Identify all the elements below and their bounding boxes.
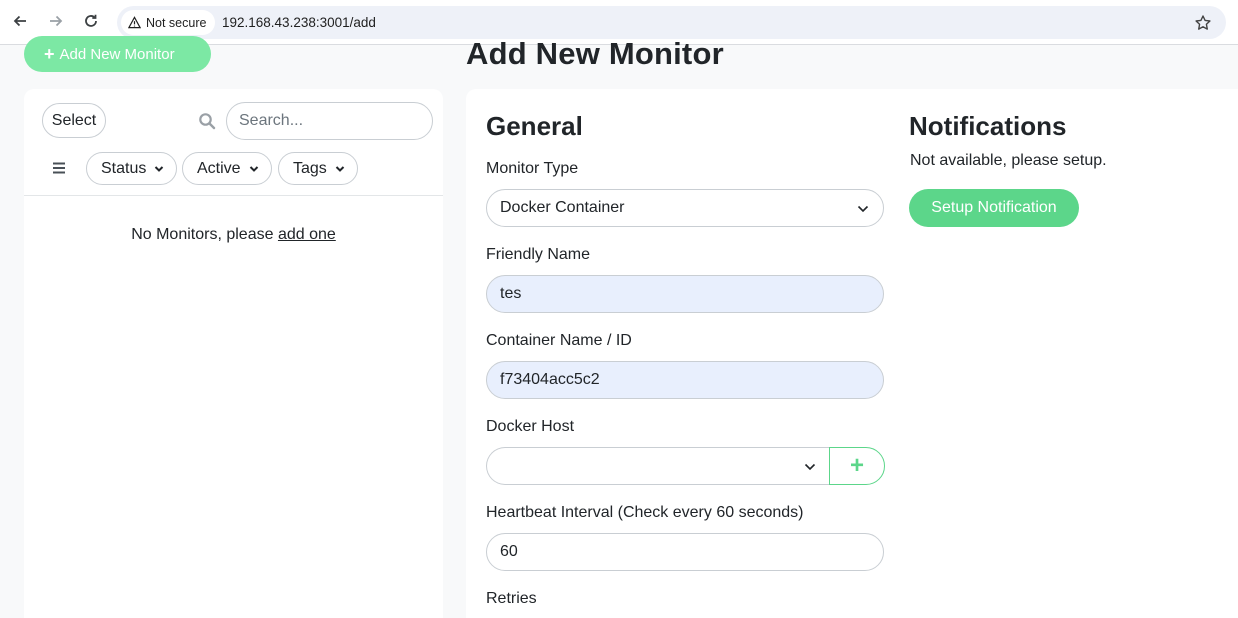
select-button[interactable]: Select	[42, 103, 106, 138]
address-bar[interactable]: Not secure 192.168.43.238:3001/add	[117, 6, 1226, 39]
chevron-down-icon	[155, 165, 164, 172]
active-filter-label: Active	[197, 159, 241, 177]
monitor-type-value: Docker Container	[500, 199, 625, 216]
warning-icon	[128, 16, 141, 29]
tags-filter-label: Tags	[293, 159, 327, 177]
search-icon	[199, 113, 216, 130]
chevron-down-icon	[249, 165, 258, 172]
list-icon[interactable]	[52, 161, 66, 175]
monitor-type-select[interactable]: Docker Container	[486, 189, 884, 227]
url-text[interactable]: 192.168.43.238:3001/add	[222, 6, 376, 39]
active-filter[interactable]: Active	[182, 152, 272, 185]
status-filter[interactable]: Status	[86, 152, 178, 185]
heartbeat-interval-input[interactable]: 60	[486, 533, 884, 571]
notifications-heading: Notifications	[909, 111, 1067, 141]
search-input[interactable]	[226, 102, 433, 140]
back-icon[interactable]	[9, 10, 31, 32]
heartbeat-interval-label: Heartbeat Interval (Check every 60 secon…	[486, 504, 804, 521]
empty-state: No Monitors, please add one	[24, 226, 443, 244]
monitor-form-panel: General Monitor Type Docker Container Fr…	[466, 89, 1238, 618]
retries-label: Retries	[486, 590, 537, 607]
setup-notification-button[interactable]: Setup Notification	[909, 189, 1079, 227]
friendly-name-input[interactable]: tes	[486, 275, 884, 313]
add-docker-host-button[interactable]: +	[829, 447, 885, 485]
friendly-name-label: Friendly Name	[486, 246, 591, 263]
add-new-monitor-label: Add New Monitor	[59, 45, 175, 63]
add-new-monitor-button[interactable]: + Add New Monitor	[24, 36, 211, 72]
monitor-type-label: Monitor Type	[486, 160, 579, 177]
security-label: Not secure	[146, 15, 207, 30]
container-name-label: Container Name / ID	[486, 332, 632, 349]
chevron-down-icon	[335, 165, 345, 172]
status-filter-label: Status	[101, 159, 147, 177]
security-chip[interactable]: Not secure	[121, 10, 216, 35]
forward-icon[interactable]	[45, 10, 67, 32]
plus-icon: +	[44, 44, 55, 64]
chevron-down-icon	[804, 463, 816, 471]
page-title: Add New Monitor	[466, 36, 724, 71]
reload-icon[interactable]	[80, 10, 102, 32]
general-heading: General	[486, 111, 583, 141]
chevron-down-icon	[857, 205, 869, 213]
empty-state-text: No Monitors, please	[131, 226, 278, 243]
docker-host-select[interactable]	[486, 447, 830, 485]
docker-host-label: Docker Host	[486, 418, 575, 435]
add-one-link[interactable]: add one	[278, 226, 336, 243]
divider	[24, 195, 443, 196]
container-name-input[interactable]: f73404acc5c2	[486, 361, 884, 399]
monitor-list-panel: Select Status Active Tags No Monitors, p…	[24, 89, 443, 618]
tags-filter[interactable]: Tags	[278, 152, 358, 185]
notifications-text: Not available, please setup.	[910, 152, 1107, 169]
bookmark-star-icon[interactable]	[1194, 14, 1212, 32]
